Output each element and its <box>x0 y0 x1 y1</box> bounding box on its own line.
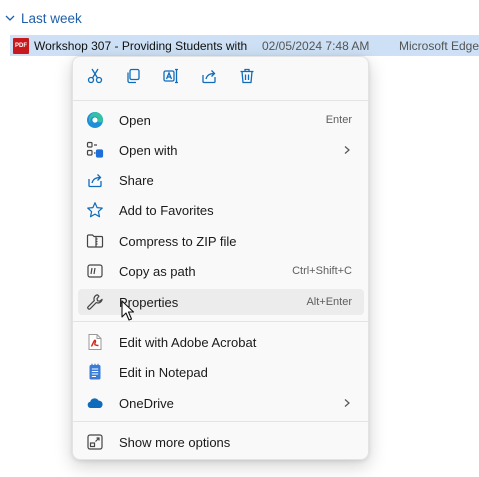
cut-button[interactable] <box>83 66 107 90</box>
share-icon <box>200 67 218 90</box>
menu-item-edit-adobe-acrobat[interactable]: Edit with Adobe Acrobat <box>78 329 364 355</box>
menu-item-label: Add to Favorites <box>119 202 214 218</box>
separator <box>73 321 368 322</box>
delete-icon <box>238 67 256 90</box>
quick-actions-bar <box>73 57 368 99</box>
edge-icon <box>86 111 104 129</box>
menu-item-label: Show more options <box>119 434 231 450</box>
menu-item-label: Share <box>119 172 154 188</box>
share-icon <box>86 171 104 189</box>
separator <box>73 421 368 422</box>
menu-item-label: Copy as path <box>119 263 196 279</box>
star-icon <box>86 201 104 219</box>
file-type: Microsoft Edge <box>399 38 479 53</box>
copy-icon <box>124 67 142 90</box>
chevron-down-icon <box>4 12 16 24</box>
file-row[interactable]: PDF Workshop 307 - Providing Students wi… <box>10 35 479 56</box>
menu-item-open[interactable]: Open Enter <box>78 107 364 133</box>
menu-item-shortcut: Enter <box>325 114 352 126</box>
menu-item-label: Open <box>119 112 151 128</box>
menu-item-show-more-options[interactable]: Show more options <box>78 429 364 455</box>
menu-item-shortcut: Alt+Enter <box>306 296 352 308</box>
delete-button[interactable] <box>235 66 259 90</box>
menu-item-label: OneDrive <box>119 395 174 411</box>
chevron-right-icon <box>342 398 352 408</box>
menu-item-share[interactable]: Share <box>78 167 364 193</box>
mouse-pointer <box>121 300 135 327</box>
context-menu: Open Enter Open with Share Add to Favori… <box>72 56 369 460</box>
menu-item-copy-as-path[interactable]: Copy as path Ctrl+Shift+C <box>78 258 364 284</box>
separator <box>73 100 368 101</box>
pdf-icon: PDF <box>13 37 29 54</box>
menu-item-edit-notepad[interactable]: Edit in Notepad <box>78 359 364 385</box>
group-header-last-week[interactable]: Last week <box>4 9 82 27</box>
chevron-right-icon <box>342 145 352 155</box>
onedrive-icon <box>86 394 104 412</box>
rename-button[interactable] <box>159 66 183 90</box>
menu-item-compress-zip[interactable]: Compress to ZIP file <box>78 228 364 254</box>
acrobat-icon <box>86 333 104 351</box>
menu-item-label: Properties <box>119 294 179 310</box>
copy-path-icon <box>86 262 104 280</box>
menu-item-shortcut: Ctrl+Shift+C <box>292 265 352 277</box>
share-button[interactable] <box>197 66 221 90</box>
open-with-icon <box>86 141 104 159</box>
zip-folder-icon <box>86 232 104 250</box>
menu-item-label: Compress to ZIP file <box>119 233 237 249</box>
file-date: 02/05/2024 7:48 AM <box>262 38 370 53</box>
notepad-icon <box>86 363 104 381</box>
wrench-icon <box>86 293 104 311</box>
file-name: Workshop 307 - Providing Students with .… <box>34 38 250 53</box>
menu-item-label: Open with <box>119 142 178 158</box>
menu-item-label: Edit in Notepad <box>119 364 208 380</box>
cut-icon <box>86 67 104 90</box>
copy-button[interactable] <box>121 66 145 90</box>
rename-icon <box>162 67 180 90</box>
group-header-label: Last week <box>21 10 82 26</box>
menu-item-label: Edit with Adobe Acrobat <box>119 334 257 350</box>
more-options-icon <box>86 433 104 451</box>
menu-item-add-to-favorites[interactable]: Add to Favorites <box>78 197 364 223</box>
menu-item-open-with[interactable]: Open with <box>78 137 364 163</box>
menu-item-onedrive[interactable]: OneDrive <box>78 390 364 416</box>
